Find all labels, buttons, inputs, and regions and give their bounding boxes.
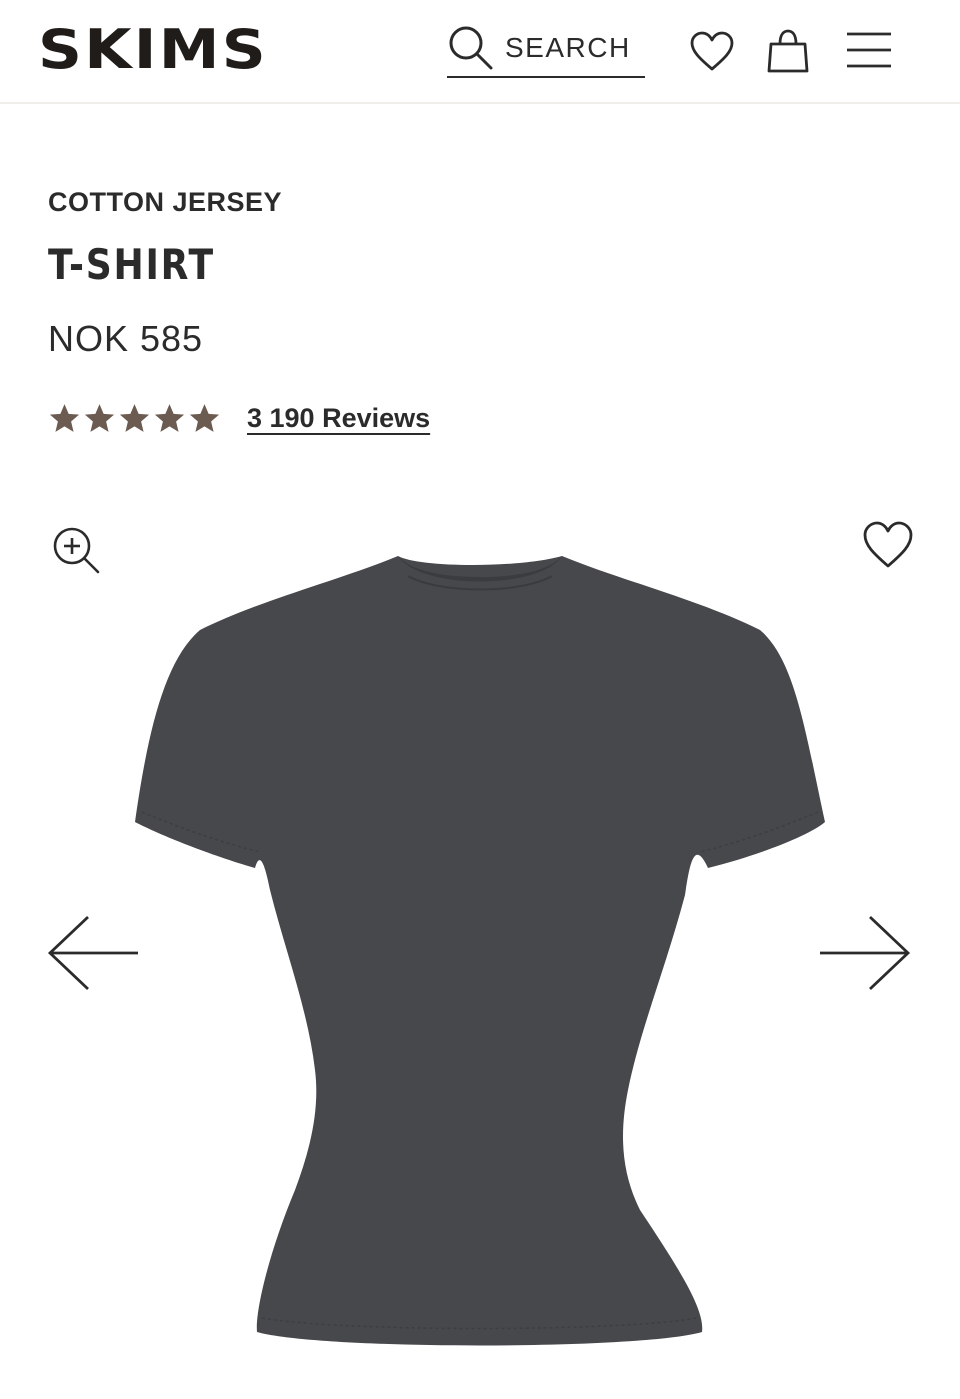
star-rating (48, 402, 221, 435)
tshirt-body (135, 556, 825, 1346)
product-rating: 3 190 Reviews (48, 398, 430, 438)
search-icon[interactable] (447, 24, 495, 72)
product-category: COTTON JERSEY (48, 187, 283, 217)
add-to-wishlist-heart-icon[interactable] (862, 520, 914, 570)
star-icon (84, 403, 115, 432)
product-gallery (0, 500, 960, 1399)
brand-logo-mark: SKIMS (38, 18, 268, 76)
zoom-in-icon[interactable] (50, 524, 102, 576)
product-image-tshirt[interactable] (120, 550, 840, 1350)
product-title: T-SHIRT (48, 240, 215, 289)
wishlist-heart-icon[interactable] (689, 30, 735, 72)
next-image-arrow-icon[interactable] (818, 913, 912, 993)
previous-image-arrow-icon[interactable] (46, 913, 140, 993)
product-price: NOK 585 (48, 318, 204, 359)
site-header: SKIMS SEARCH (0, 0, 960, 104)
star-icon (49, 403, 80, 432)
search-label: SEARCH (505, 32, 631, 63)
star-icon (119, 403, 150, 432)
star-icon (189, 403, 220, 432)
hamburger-menu-icon[interactable] (845, 30, 893, 70)
star-icon (154, 403, 185, 432)
brand-logo[interactable]: SKIMS (38, 18, 270, 76)
shopping-bag-icon[interactable] (766, 28, 810, 74)
brand-logo-text: SKIMS (38, 18, 268, 76)
search-field[interactable]: SEARCH (447, 20, 645, 78)
reviews-link[interactable]: 3 190 Reviews (247, 403, 430, 434)
product-page: SKIMS SEARCH COTTON JERSEY T-SHIRT NOK 5… (0, 0, 960, 1399)
